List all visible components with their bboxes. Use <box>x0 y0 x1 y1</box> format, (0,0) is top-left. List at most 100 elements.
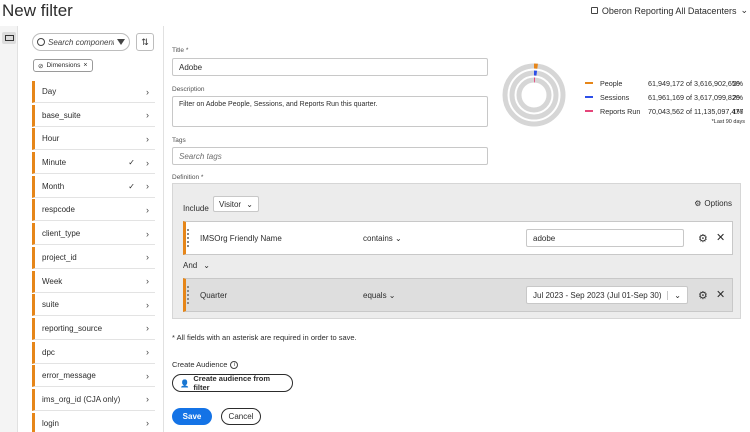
options-button[interactable]: ⚙ Options <box>694 199 732 208</box>
chevron-right-icon: › <box>146 181 149 192</box>
legend-value: 61,949,172 of 3,616,902,650 <box>648 78 740 88</box>
summary-legend: People 61,949,172 of 3,616,902,650 2% Sessi… <box>585 76 745 125</box>
title-input[interactable]: Adobe <box>172 58 488 76</box>
include-label: Include <box>183 204 209 213</box>
tags-input[interactable]: Search tags <box>172 147 488 165</box>
dimension-item[interactable]: suite › <box>32 294 155 317</box>
search-icon <box>37 38 45 46</box>
dimension-item[interactable]: dpc › <box>32 341 155 364</box>
chevron-right-icon: › <box>146 370 149 381</box>
dimension-item[interactable]: ims_org_id (CJA only) › <box>32 388 155 411</box>
drag-handle-icon[interactable] <box>187 229 189 247</box>
summary-ring-chart <box>502 63 566 127</box>
dimensions-chip[interactable]: ⊘ Dimensions × <box>33 59 93 72</box>
dimension-label: client_type <box>42 229 81 239</box>
chevron-right-icon: › <box>146 418 149 429</box>
dimension-item[interactable]: login › <box>32 412 155 432</box>
dimension-label: reporting_source <box>42 323 103 333</box>
datacenter-selector[interactable]: Oberon Reporting All Datacenters ⌄ <box>590 5 748 16</box>
dimension-label: login <box>42 418 59 428</box>
dimension-label: suite <box>42 300 59 310</box>
dimension-label: Day <box>42 87 57 96</box>
legend-value: 70,043,562 of 11,135,097,477 <box>648 106 744 116</box>
sort-icon: ⇅ <box>141 36 149 47</box>
legend-value: 61,961,169 of 3,617,099,820 <box>648 92 740 102</box>
legend-swatch <box>585 96 593 98</box>
operator-dropdown[interactable]: equals ⌄ <box>363 291 396 300</box>
chevron-right-icon: › <box>146 110 149 121</box>
audience-icon: 👤 <box>180 378 190 388</box>
close-icon[interactable]: ✕ <box>716 231 725 244</box>
description-label: Description <box>172 86 205 93</box>
legend-name: Sessions <box>600 92 630 102</box>
dimension-label: respcode <box>42 205 75 215</box>
dimension-item[interactable]: respcode › <box>32 199 155 222</box>
legend-swatch <box>585 110 593 112</box>
chevron-right-icon: › <box>146 299 149 310</box>
save-button[interactable]: Save <box>172 408 212 425</box>
gear-icon: ⚙ <box>694 199 702 208</box>
search-placeholder: Search components <box>48 37 114 47</box>
chevron-down-icon: ⌄ <box>246 199 253 209</box>
create-audience-button[interactable]: 👤 Create audience from filter <box>172 374 293 392</box>
options-label: Options <box>704 199 732 208</box>
rule-dimension: IMSOrg Friendly Name <box>200 234 282 243</box>
title-label: Title * <box>172 47 189 54</box>
close-icon[interactable]: ✕ <box>716 288 725 301</box>
dimension-item[interactable]: Minute ✓ › <box>32 152 155 175</box>
dimension-item[interactable]: client_type › <box>32 223 155 246</box>
dimension-label: base_suite <box>42 110 81 120</box>
dimension-label: Week <box>42 276 63 286</box>
rule-value-dropdown[interactable]: Jul 2023 - Sep 2023 (Jul 01-Sep 30) ⌄ <box>526 286 688 304</box>
chevron-right-icon: › <box>146 228 149 239</box>
sort-button[interactable]: ⇅ <box>136 33 154 51</box>
dimension-item[interactable]: project_id › <box>32 246 155 269</box>
left-rail <box>0 26 18 432</box>
legend-row: Sessions 61,961,169 of 3,617,099,820 2% <box>585 90 745 104</box>
legend-note: *Last 90 days <box>711 119 745 125</box>
chevron-right-icon: › <box>146 276 149 286</box>
rule-row[interactable]: Quarter equals ⌄ Jul 2023 - Sep 2023 (Ju… <box>183 278 733 312</box>
create-audience-label: Create Audience i <box>172 360 239 369</box>
gear-icon[interactable]: ⚙ <box>698 289 708 302</box>
definition-label: Definition * <box>172 174 204 181</box>
filter-icon[interactable] <box>117 39 125 45</box>
rule-value-input[interactable]: adobe <box>526 229 684 247</box>
filter-editor: Title * Adobe Description Filter on Adob… <box>171 26 750 432</box>
datacenter-label: Oberon Reporting All Datacenters <box>601 5 737 16</box>
logic-operator-dropdown[interactable]: And ⌄ <box>183 261 210 270</box>
description-textarea[interactable]: Filter on Adobe People, Sessions, and Re… <box>172 96 488 127</box>
rule-row[interactable]: IMSOrg Friendly Name contains ⌄ adobe ⚙ … <box>183 221 733 255</box>
top-bar: New filter Oberon Reporting All Datacent… <box>0 0 750 26</box>
checkmark-icon: ✓ <box>128 181 135 191</box>
dimension-label: Hour <box>42 134 60 144</box>
chevron-down-icon: ⌄ <box>740 5 748 15</box>
dimension-item[interactable]: error_message › <box>32 365 155 388</box>
legend-swatch <box>585 82 593 84</box>
container-dropdown[interactable]: Visitor ⌄ <box>213 196 259 212</box>
search-components-field[interactable]: Search components <box>32 33 130 51</box>
dimension-item[interactable]: Week › <box>32 270 155 293</box>
dimension-item[interactable]: base_suite › <box>32 104 155 127</box>
tag-icon: ⊘ <box>38 62 44 70</box>
dimension-item[interactable]: Day › <box>32 81 155 103</box>
operator-dropdown[interactable]: contains ⌄ <box>363 234 402 243</box>
info-icon[interactable]: i <box>230 360 239 369</box>
dimension-item[interactable]: reporting_source › <box>32 317 155 340</box>
chevron-down-icon: ⌄ <box>203 261 210 270</box>
legend-percent: 2% <box>732 78 743 88</box>
chevron-right-icon: › <box>146 86 149 97</box>
dimension-label: project_id <box>42 252 77 262</box>
gear-icon[interactable]: ⚙ <box>698 232 708 245</box>
cancel-button[interactable]: Cancel <box>221 408 261 425</box>
components-panel: Search components ⇅ ⊘ Dimensions × Day › b… <box>24 26 164 432</box>
and-label: And <box>183 261 198 270</box>
components-panel-toggle[interactable] <box>2 32 16 44</box>
chevron-right-icon: › <box>146 252 149 263</box>
checkmark-icon: ✓ <box>128 158 135 168</box>
drag-handle-icon[interactable] <box>187 286 189 304</box>
dimension-item[interactable]: Month ✓ › <box>32 175 155 198</box>
remove-chip-icon[interactable]: × <box>83 62 87 69</box>
page-title: New filter <box>2 1 73 20</box>
dimension-item[interactable]: Hour › <box>32 128 155 151</box>
